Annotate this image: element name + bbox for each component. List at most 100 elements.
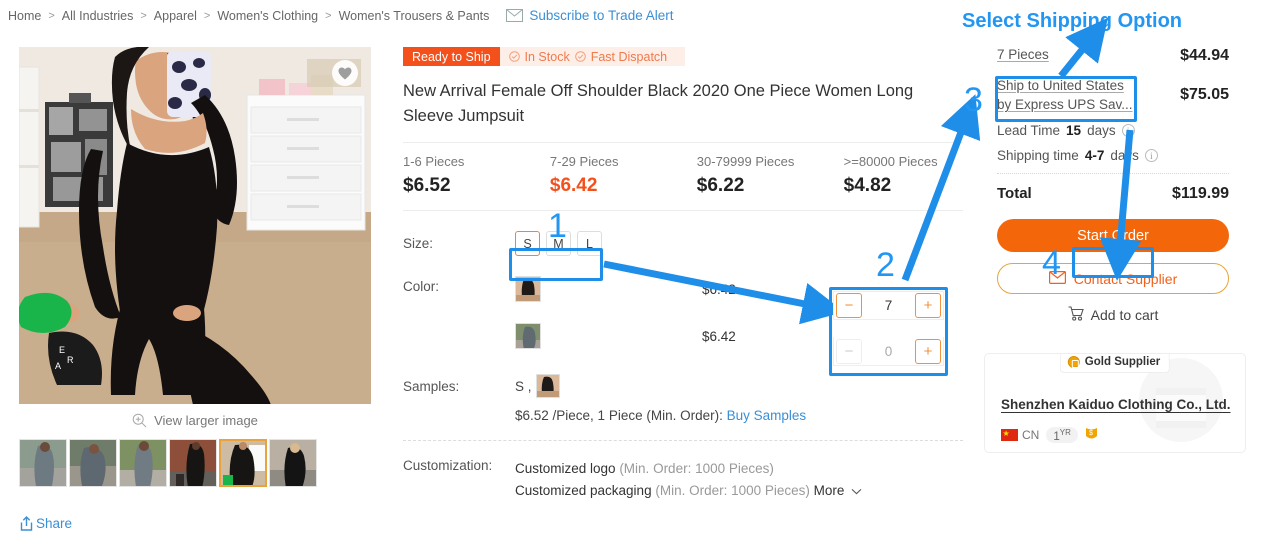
share-button[interactable]: Share <box>19 516 371 531</box>
badge-ready-to-ship: Ready to Ship <box>403 47 500 66</box>
pieces-label[interactable]: 7 Pieces <box>997 45 1049 64</box>
size-option-s[interactable]: S <box>515 231 540 256</box>
size-option-m[interactable]: M <box>546 231 571 256</box>
ship-to-line-1: Ship to United States <box>997 76 1133 95</box>
supplier-name-link[interactable]: Shenzhen Kaiduo Clothing Co., Ltd. <box>1001 397 1230 412</box>
customized-packaging-note: (Min. Order: 1000 Pieces) <box>652 483 814 498</box>
heart-icon <box>338 67 352 80</box>
tier-quantity: 1-6 Pieces <box>403 154 550 169</box>
tier-quantity: 7-29 Pieces <box>550 154 697 169</box>
breadcrumb-item-womens-clothing[interactable]: Women's Clothing <box>217 9 318 23</box>
lead-time-row: Lead Time 15 days i <box>997 123 1229 138</box>
total-label: Total <box>997 185 1032 202</box>
check-circle-icon <box>575 51 586 62</box>
color-variant-row: $6.42 <box>515 317 736 355</box>
magnifier-plus-icon <box>132 413 147 428</box>
years-suffix: YR <box>1060 428 1071 437</box>
samples-detail: $6.52 /Piece, 1 Piece (Min. Order): Buy … <box>515 408 806 423</box>
supplier-meta: CN 1YR $ <box>1001 426 1098 444</box>
lead-time-prefix: Lead Time <box>997 123 1060 138</box>
samples-size-text: S , <box>515 379 532 394</box>
shipping-option-row: Ship to United States by Express UPS Sav… <box>997 76 1229 114</box>
thumbnail-3[interactable] <box>169 439 217 487</box>
gold-coin-icon <box>1068 356 1080 368</box>
price-tier: 30-79999 Pieces $6.22 <box>697 154 844 197</box>
thumbnail-1[interactable] <box>69 439 117 487</box>
svg-text:$: $ <box>1089 430 1093 437</box>
tier-price: $6.52 <box>403 175 550 197</box>
add-to-cart-button[interactable]: Add to cart <box>997 306 1229 324</box>
supplier-card[interactable]: Gold Supplier Shenzhen Kaiduo Clothing C… <box>984 353 1246 453</box>
customization-more-button[interactable]: More <box>814 483 845 498</box>
view-larger-image-button[interactable]: View larger image <box>19 413 371 428</box>
pieces-row: 7 Pieces $44.94 <box>997 45 1229 65</box>
product-badges: Ready to Ship In Stock Fast Dispatch <box>403 47 685 66</box>
size-label: Size: <box>403 231 515 256</box>
thumbnail-0[interactable] <box>19 439 67 487</box>
check-circle-icon <box>509 51 520 62</box>
gold-supplier-label: Gold Supplier <box>1085 356 1160 368</box>
chevron-down-icon[interactable] <box>847 483 862 498</box>
thumbnail-5[interactable] <box>269 439 317 487</box>
customization-line-1: Customized logo (Min. Order: 1000 Pieces… <box>515 458 862 480</box>
price-tier: >=80000 Pieces $4.82 <box>844 154 963 197</box>
tier-quantity: >=80000 Pieces <box>844 154 963 169</box>
customized-logo-label: Customized logo <box>515 461 616 476</box>
color-swatch-0[interactable] <box>515 276 541 302</box>
samples-swatch[interactable] <box>536 374 560 398</box>
breadcrumb-separator: > <box>140 10 146 22</box>
samples-row: Samples: S , $6.52 /Piece, 1 Piece (Min.… <box>403 374 963 423</box>
customization-row: Customization: Customized logo (Min. Ord… <box>403 458 963 502</box>
price-tier: 7-29 Pieces $6.42 <box>550 154 697 197</box>
tier-price: $6.42 <box>550 175 697 197</box>
customization-line-2: Customized packaging (Min. Order: 1000 P… <box>515 480 862 502</box>
size-option-l[interactable]: L <box>577 231 602 256</box>
breadcrumb-item-all-industries[interactable]: All Industries <box>62 9 134 23</box>
breadcrumb-item-home[interactable]: Home <box>8 9 41 23</box>
breadcrumb-separator: > <box>48 10 54 22</box>
main-product-image[interactable]: ERA <box>19 47 371 404</box>
breadcrumb-separator: > <box>325 10 331 22</box>
buy-samples-link[interactable]: Buy Samples <box>727 408 807 423</box>
customized-packaging-label: Customized packaging <box>515 483 652 498</box>
size-selector: S M L <box>515 231 602 256</box>
badge-in-stock-label: In Stock <box>525 50 570 64</box>
tier-price: $6.22 <box>697 175 844 197</box>
add-to-cart-label: Add to cart <box>1091 307 1159 323</box>
thumbnail-4[interactable] <box>219 439 267 487</box>
supplier-country: CN <box>1001 428 1039 442</box>
color-swatch-1[interactable] <box>515 323 541 349</box>
annotation-step-3: 3 <box>964 83 983 117</box>
product-info: Ready to Ship In Stock Fast Dispatch New… <box>403 47 963 502</box>
color-row: Color: $6.42 $6.42 <box>403 274 963 355</box>
breadcrumb-item-womens-trousers-pants[interactable]: Women's Trousers & Pants <box>339 9 490 23</box>
total-value: $119.99 <box>1172 185 1229 203</box>
badge-fast-dispatch-label: Fast Dispatch <box>591 50 667 64</box>
total-row: Total $119.99 <box>997 185 1229 203</box>
info-circle-icon[interactable]: i <box>1145 149 1158 162</box>
shipping-time-value: 4-7 <box>1085 148 1105 163</box>
subscribe-trade-alert-link[interactable]: Subscribe to Trade Alert <box>506 8 673 23</box>
svg-text:A: A <box>55 361 61 371</box>
shipping-time-suffix: days <box>1110 148 1139 163</box>
shipping-time-row: Shipping time 4-7 days i <box>997 148 1229 163</box>
samples-detail-text: $6.52 /Piece, 1 Piece (Min. Order): <box>515 408 727 423</box>
breadcrumb-item-apparel[interactable]: Apparel <box>154 9 197 23</box>
lead-time-suffix: days <box>1087 123 1116 138</box>
customized-logo-note: (Min. Order: 1000 Pieces) <box>616 461 774 476</box>
country-code-label: CN <box>1022 428 1039 442</box>
contact-supplier-button[interactable]: Contact Supplier <box>997 263 1229 294</box>
china-flag-icon <box>1001 429 1018 441</box>
envelope-icon <box>1049 271 1066 287</box>
supplier-years-badge: 1YR <box>1046 427 1078 444</box>
shipping-option-selector[interactable]: Ship to United States by Express UPS Sav… <box>997 76 1133 114</box>
product-gallery: ERA View larger image <box>19 47 371 531</box>
color-label: Color: <box>403 274 515 355</box>
customization-label: Customization: <box>403 458 515 502</box>
start-order-button[interactable]: Start Order <box>997 219 1229 252</box>
share-icon <box>19 516 34 531</box>
thumbnail-2[interactable] <box>119 439 167 487</box>
color-variant-price: $6.42 <box>702 282 736 297</box>
info-circle-icon[interactable]: i <box>1122 124 1135 137</box>
wishlist-button[interactable] <box>332 60 358 86</box>
